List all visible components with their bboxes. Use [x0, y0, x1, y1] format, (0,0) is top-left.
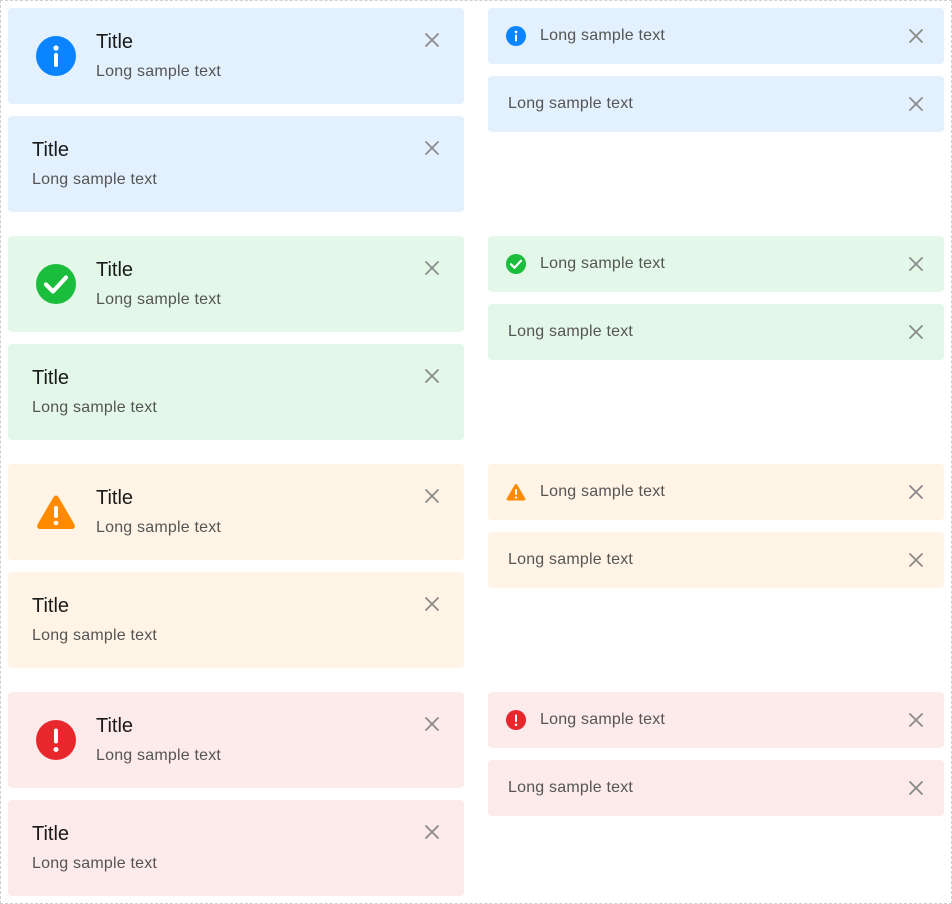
close-icon[interactable]: [908, 96, 924, 112]
error-alert-compact-with-icon: Long sample text: [488, 692, 944, 748]
alert-text: Long sample text: [540, 711, 666, 728]
success-alert: Title Long sample text: [8, 344, 464, 440]
alert-text: Long sample text: [540, 255, 666, 272]
alert-text: Long sample text: [32, 399, 158, 416]
close-icon[interactable]: [424, 368, 440, 384]
close-icon[interactable]: [424, 140, 440, 156]
close-icon[interactable]: [908, 484, 924, 500]
info-alert: Title Long sample text: [8, 116, 464, 212]
alert-title: Title: [96, 31, 134, 53]
alert-text: Long sample text: [508, 95, 634, 112]
alert-text: Long sample text: [32, 171, 158, 188]
alert-text: Long sample text: [96, 63, 222, 80]
close-icon[interactable]: [424, 716, 440, 732]
info-alert-compact-with-icon: Long sample text: [488, 8, 944, 64]
warning-alert-compact-with-icon: Long sample text: [488, 464, 944, 520]
warning-alert-with-icon: Title Long sample text: [8, 464, 464, 560]
info-alert-with-icon: Title Long sample text: [8, 8, 464, 104]
check-circle-icon: [506, 254, 526, 274]
close-icon[interactable]: [424, 488, 440, 504]
close-icon[interactable]: [908, 28, 924, 44]
alert-text: Long sample text: [96, 291, 222, 308]
warning-alert-compact: Long sample text: [488, 532, 944, 588]
alert-title: Title: [96, 715, 134, 737]
close-icon[interactable]: [908, 712, 924, 728]
alert-text: Long sample text: [540, 483, 666, 500]
alert-text: Long sample text: [32, 627, 158, 644]
alert-text: Long sample text: [32, 855, 158, 872]
close-icon[interactable]: [908, 552, 924, 568]
check-circle-icon: [36, 264, 76, 304]
success-alert-with-icon: Title Long sample text: [8, 236, 464, 332]
alert-text: Long sample text: [96, 519, 222, 536]
error-alert-compact: Long sample text: [488, 760, 944, 816]
error-alert-with-icon: Title Long sample text: [8, 692, 464, 788]
alert-title: Title: [32, 367, 70, 389]
success-alert-compact: Long sample text: [488, 304, 944, 360]
info-icon: [506, 26, 526, 46]
close-icon[interactable]: [424, 824, 440, 840]
alert-text: Long sample text: [508, 779, 634, 796]
info-alert-compact: Long sample text: [488, 76, 944, 132]
alert-text: Long sample text: [508, 551, 634, 568]
close-icon[interactable]: [908, 324, 924, 340]
alert-title: Title: [32, 823, 70, 845]
warning-triangle-icon: [36, 492, 76, 532]
info-icon: [36, 36, 76, 76]
close-icon[interactable]: [908, 780, 924, 796]
success-alert-compact-with-icon: Long sample text: [488, 236, 944, 292]
error-circle-icon: [506, 710, 526, 730]
alert-title: Title: [32, 139, 70, 161]
error-alert: Title Long sample text: [8, 800, 464, 896]
close-icon[interactable]: [908, 256, 924, 272]
alert-title: Title: [96, 487, 134, 509]
close-icon[interactable]: [424, 596, 440, 612]
warning-alert: Title Long sample text: [8, 572, 464, 668]
alert-text: Long sample text: [508, 323, 634, 340]
error-circle-icon: [36, 720, 76, 760]
warning-triangle-icon: [506, 482, 526, 502]
alert-title: Title: [32, 595, 70, 617]
close-icon[interactable]: [424, 32, 440, 48]
alert-title: Title: [96, 259, 134, 281]
alert-text: Long sample text: [540, 27, 666, 44]
close-icon[interactable]: [424, 260, 440, 276]
alert-text: Long sample text: [96, 747, 222, 764]
